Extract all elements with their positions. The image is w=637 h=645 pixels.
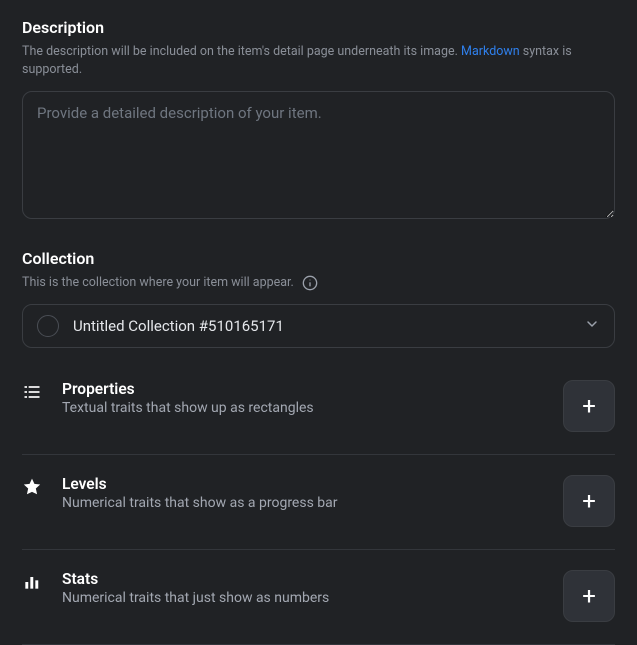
levels-row: Levels Numerical traits that show as a p… <box>22 455 615 550</box>
levels-sub: Numerical traits that show as a progress… <box>62 495 545 511</box>
levels-title: Levels <box>62 475 545 493</box>
collection-title: Collection <box>22 249 615 268</box>
description-help: The description will be included on the … <box>22 43 615 79</box>
collection-section: Collection This is the collection where … <box>22 249 615 348</box>
add-stats-button[interactable]: + <box>563 570 615 622</box>
properties-sub: Textual traits that show up as rectangle… <box>62 400 545 416</box>
collection-select[interactable]: Untitled Collection #510165171 <box>22 304 615 348</box>
markdown-link[interactable]: Markdown <box>461 44 520 59</box>
description-title: Description <box>22 18 615 37</box>
collection-avatar-placeholder <box>37 315 59 337</box>
collection-help: This is the collection where your item w… <box>22 274 294 292</box>
traits-list: Properties Textual traits that show up a… <box>22 356 615 645</box>
collection-selected-label: Untitled Collection #510165171 <box>73 317 570 335</box>
description-input[interactable] <box>22 91 615 219</box>
stats-title: Stats <box>62 570 545 588</box>
add-levels-button[interactable]: + <box>563 475 615 527</box>
star-icon <box>22 475 44 501</box>
properties-title: Properties <box>62 380 545 398</box>
stats-row: Stats Numerical traits that just show as… <box>22 550 615 645</box>
add-properties-button[interactable]: + <box>563 380 615 432</box>
stats-sub: Numerical traits that just show as numbe… <box>62 590 545 606</box>
list-icon <box>22 380 44 406</box>
info-icon[interactable] <box>302 275 318 291</box>
description-help-pre: The description will be included on the … <box>22 44 461 59</box>
chevron-down-icon <box>584 316 600 336</box>
properties-row: Properties Textual traits that show up a… <box>22 356 615 455</box>
description-section: Description The description will be incl… <box>22 18 615 223</box>
bar-chart-icon <box>22 570 44 596</box>
